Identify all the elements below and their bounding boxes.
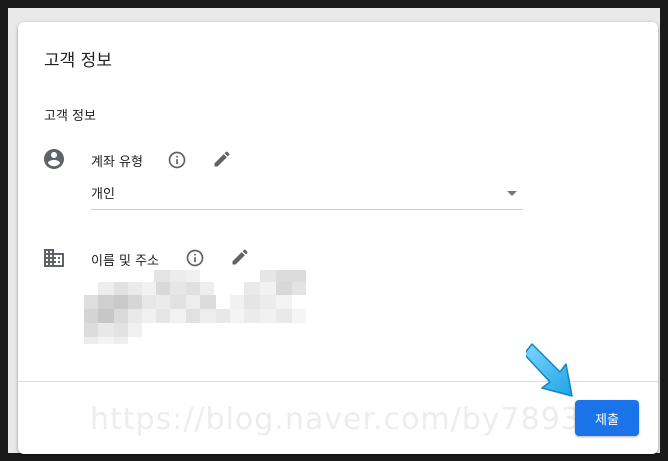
screenshot-frame: 고객 정보 고객 정보 계좌 유형 개인 이름 및 주소 https://blo… <box>8 8 660 454</box>
dropdown-arrow-icon <box>507 191 517 196</box>
dialog-title: 고객 정보 <box>44 51 112 71</box>
name-address-info-icon[interactable] <box>185 248 205 268</box>
section-title: 고객 정보 <box>44 109 96 124</box>
business-building-icon <box>44 249 64 267</box>
account-type-info-icon[interactable] <box>167 150 187 170</box>
customer-info-dialog: 고객 정보 고객 정보 계좌 유형 개인 이름 및 주소 https://blo… <box>18 22 658 454</box>
account-type-value: 개인 <box>91 187 115 202</box>
account-type-label: 계좌 유형 <box>91 155 143 170</box>
account-type-select[interactable]: 개인 <box>91 177 523 210</box>
redacted-address-block <box>84 270 306 344</box>
name-address-edit-icon[interactable] <box>230 247 250 267</box>
blog-watermark: https://blog.naver.com/by7893 <box>90 402 581 437</box>
account-circle-icon <box>44 149 64 169</box>
submit-button[interactable]: 제출 <box>575 400 639 436</box>
name-address-label: 이름 및 주소 <box>91 254 160 269</box>
account-type-edit-icon[interactable] <box>212 149 232 169</box>
annotation-arrow-icon <box>526 343 573 397</box>
